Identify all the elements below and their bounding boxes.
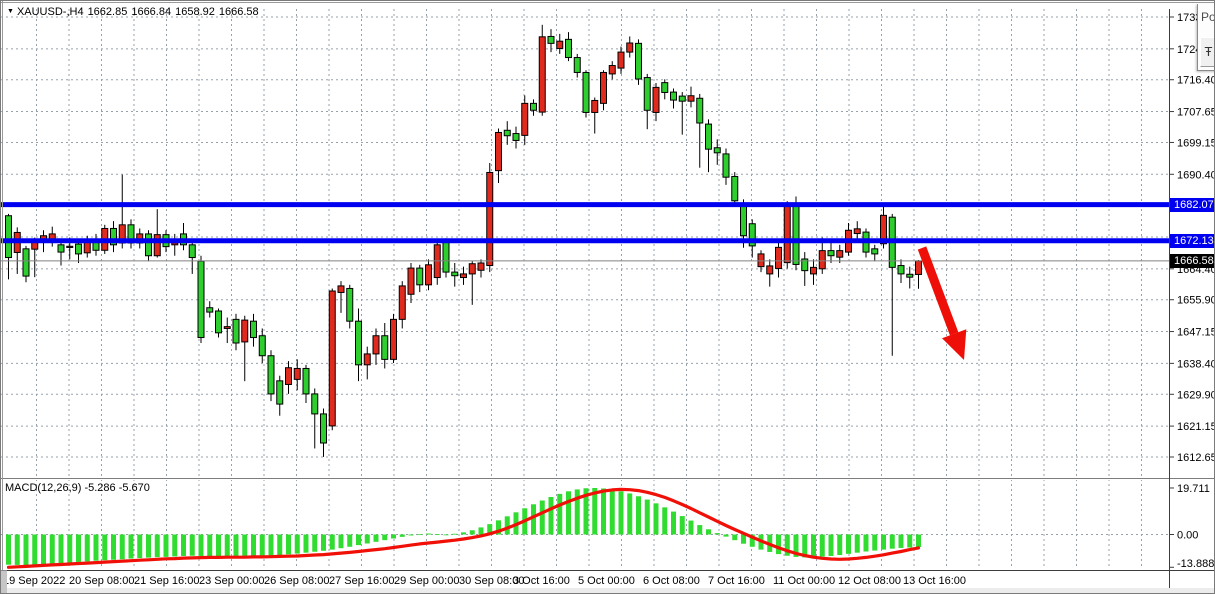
svg-text:3 Oct 16:00: 3 Oct 16:00 [513,575,570,587]
svg-text:7 Oct 16:00: 7 Oct 16:00 [708,575,765,587]
symbol-dropdown-icon[interactable]: ▼ [7,8,14,15]
support-price-tag: 1672.13 [1170,234,1215,248]
svg-text:5 Oct 00:00: 5 Oct 00:00 [578,575,635,587]
svg-text:13 Oct 16:00: 13 Oct 16:00 [903,575,966,587]
context-popup: Po Ŧ [1197,4,1215,71]
quote-low: 1658.92 [175,6,215,18]
quote-open: 1662.85 [88,6,128,18]
svg-text:20 Sep 08:00: 20 Sep 08:00 [69,575,134,587]
chart-title: ▼XAUUSD-,H4 1662.851666.84 1658.92 1666.58 [7,6,263,18]
current-price-tag: 1666.58 [1170,254,1215,268]
svg-text:-13.888: -13.888 [1177,558,1214,570]
svg-text:1707.65: 1707.65 [1177,107,1215,119]
svg-text:21 Sep 16:00: 21 Sep 16:00 [134,575,199,587]
svg-text:12 Oct 08:00: 12 Oct 08:00 [838,575,901,587]
svg-text:27 Sep 16:00: 27 Sep 16:00 [329,575,394,587]
svg-text:1629.90: 1629.90 [1177,389,1215,401]
popup-text: Po [1201,10,1215,24]
svg-text:1690.40: 1690.40 [1177,169,1215,181]
chart-window: 1733.651724.901716.401707.651699.151690.… [0,0,1215,594]
resistance-price-tag: 1682.07 [1170,198,1215,212]
svg-text:1621.15: 1621.15 [1177,421,1215,433]
chart-canvas[interactable]: 1733.651724.901716.401707.651699.151690.… [1,1,1215,594]
svg-text:1647.15: 1647.15 [1177,327,1215,339]
scrollbar-corner [1,570,7,594]
svg-text:23 Sep 00:00: 23 Sep 00:00 [199,575,264,587]
svg-text:0.00: 0.00 [1177,530,1198,542]
quote-high: 1666.84 [131,6,171,18]
svg-text:1716.40: 1716.40 [1177,75,1215,87]
svg-text:1655.90: 1655.90 [1177,295,1215,307]
svg-text:19.711: 19.711 [1177,483,1210,495]
window-bottom-strip [1,588,1215,594]
svg-text:1638.40: 1638.40 [1177,358,1215,370]
svg-text:29 Sep 00:00: 29 Sep 00:00 [394,575,459,587]
symbol-timeframe-label: XAUUSD-,H4 [17,6,84,18]
macd-indicator-label: MACD(12,26,9) -5.286 -5.670 [5,482,150,494]
svg-text:1699.15: 1699.15 [1177,137,1215,149]
svg-text:19 Sep 2022: 19 Sep 2022 [3,575,65,587]
svg-text:6 Oct 08:00: 6 Oct 08:00 [643,575,700,587]
svg-text:11 Oct 00:00: 11 Oct 00:00 [773,575,835,587]
svg-text:1612.65: 1612.65 [1177,452,1215,464]
quote-close: 1666.58 [219,6,259,18]
svg-text:26 Sep 08:00: 26 Sep 08:00 [264,575,329,587]
popup-button[interactable]: Ŧ [1200,37,1215,67]
